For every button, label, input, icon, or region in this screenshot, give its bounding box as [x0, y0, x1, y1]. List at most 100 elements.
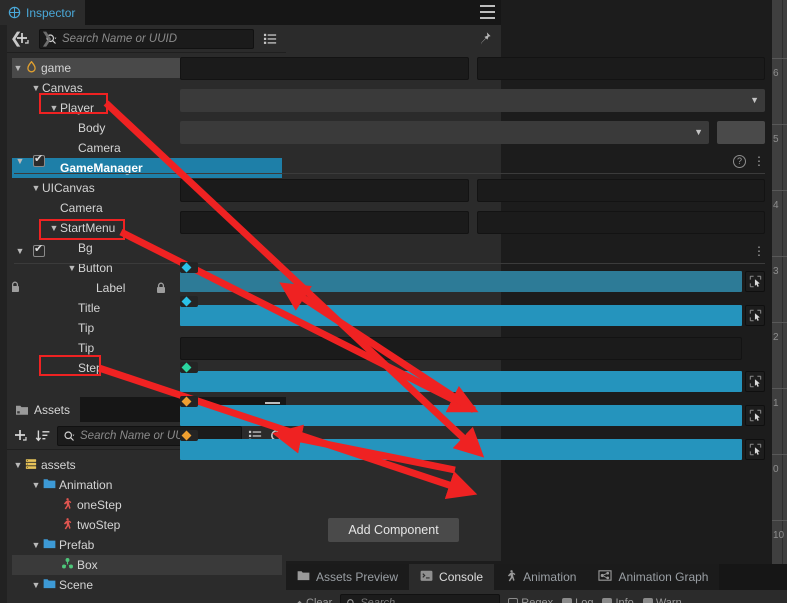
- chevron-down-icon[interactable]: ▼: [30, 480, 42, 490]
- folder-icon: [42, 478, 56, 492]
- start-menu-row-value[interactable]: [180, 371, 742, 392]
- ruler-label: 1: [773, 398, 779, 409]
- tree-item-box[interactable]: ▼Box: [12, 555, 282, 575]
- clear-icon: [292, 598, 303, 603]
- component-menu-icon[interactable]: ⋮: [753, 244, 765, 258]
- search-icon: [346, 598, 356, 603]
- component-header-gamemanager[interactable]: ▼ ⋮: [0, 238, 787, 264]
- player-ctrl-row-value[interactable]: [180, 405, 742, 426]
- console-filters[interactable]: Regex Log Info Warn: [508, 597, 681, 603]
- script-row: [0, 264, 787, 298]
- console-filter-log[interactable]: Log: [562, 597, 593, 603]
- ruler-label: 3: [773, 266, 779, 277]
- console-clear-label: Clear: [306, 597, 332, 603]
- add-component-button[interactable]: Add Component: [328, 518, 458, 542]
- component-enabled-checkbox[interactable]: [33, 155, 45, 167]
- ruler-tick: [772, 454, 787, 455]
- steps-label-row-pick-button[interactable]: [745, 439, 765, 460]
- scale-row-x[interactable]: [180, 57, 469, 80]
- bottom-tabbar-filler: [719, 564, 787, 590]
- mobility-row-pair: ▼: [180, 89, 765, 112]
- inspector-hamburger-icon[interactable]: [480, 5, 495, 19]
- bottom-dock: Assets Preview Console Animation Animati…: [286, 564, 787, 603]
- player-ctrl-row: [0, 398, 787, 432]
- content-size-row: [0, 174, 787, 206]
- player-ctrl-row-pick-button[interactable]: [745, 405, 765, 426]
- component-menu-icon[interactable]: ⋮: [753, 154, 765, 168]
- box-prefab-row-slot-wrap: [180, 305, 765, 326]
- checkbox-icon: [508, 598, 518, 603]
- chevron-left-icon[interactable]: ❮: [10, 29, 23, 47]
- terminal-icon: [420, 570, 433, 585]
- tree-item-label: Scene: [59, 578, 93, 592]
- ruler-tick: [772, 124, 787, 125]
- pin-icon[interactable]: [477, 31, 492, 50]
- road-length-row-input[interactable]: [180, 337, 742, 360]
- script-row-value[interactable]: [180, 271, 742, 292]
- chevron-right-icon[interactable]: ❯: [41, 29, 54, 47]
- ruler-tick: [772, 190, 787, 191]
- help-icon[interactable]: ?: [733, 155, 746, 168]
- anim-graph-icon: [598, 569, 612, 585]
- diamond-icon: [182, 362, 192, 372]
- console-clear-button[interactable]: Clear: [292, 597, 332, 603]
- folder-icon: [297, 570, 310, 584]
- start-menu-row-type-badge: [180, 362, 198, 373]
- bottom-tab-assets-preview[interactable]: Assets Preview: [286, 564, 409, 590]
- script-row-pick-button[interactable]: [745, 271, 765, 292]
- animation-icon: [505, 569, 517, 585]
- chevron-down-icon[interactable]: ▼: [14, 246, 26, 256]
- bottom-tab-animation-graph[interactable]: Animation Graph: [587, 564, 719, 590]
- animation-icon: [60, 497, 74, 513]
- box-prefab-row-value[interactable]: [180, 305, 742, 326]
- start-menu-row-pick-button[interactable]: [745, 371, 765, 392]
- inspector-nav: ❮ ❯: [0, 25, 501, 51]
- content-size-row-pair: [180, 179, 765, 202]
- mobility-row-select[interactable]: ▼: [180, 89, 765, 112]
- bottom-tab-console[interactable]: Console: [409, 564, 494, 590]
- tab-inspector[interactable]: Inspector: [0, 0, 85, 25]
- component-enabled-checkbox[interactable]: [33, 245, 45, 257]
- tree-item-scene[interactable]: ▼ Scene: [12, 575, 282, 595]
- console-filter-info[interactable]: Info: [602, 597, 633, 603]
- box-prefab-row-pick-button[interactable]: [745, 305, 765, 326]
- inspector-body: ▼ ▼ ▼ ? ⋮: [0, 52, 787, 466]
- ruler-label: 0: [773, 464, 779, 475]
- chevron-down-icon[interactable]: ▼: [14, 156, 26, 166]
- content-size-row-y[interactable]: [477, 179, 766, 202]
- console-search[interactable]: Search: [340, 594, 500, 603]
- diamond-icon: [182, 396, 192, 406]
- tree-item-animation[interactable]: ▼Animation: [12, 475, 282, 495]
- inspector-icon: [8, 6, 21, 19]
- bottom-tab-animation[interactable]: Animation: [494, 564, 587, 590]
- box-prefab-row-type-badge: [180, 296, 198, 307]
- checkbox-icon: [602, 598, 612, 603]
- bottom-dock-tabs[interactable]: Assets Preview Console Animation Animati…: [286, 564, 787, 590]
- folder-icon: [42, 578, 56, 592]
- player-ctrl-row-type-badge: [180, 396, 198, 407]
- chevron-down-icon[interactable]: ▼: [30, 580, 42, 590]
- content-size-row-x[interactable]: [180, 179, 469, 202]
- checkbox-icon: [562, 598, 572, 603]
- diamond-icon: [182, 430, 192, 440]
- ruler-tick: [772, 520, 787, 521]
- ruler-label: 4: [773, 200, 779, 211]
- console-filter-warn[interactable]: Warn: [643, 597, 682, 603]
- console-filter-regex[interactable]: Regex: [508, 597, 553, 603]
- box-prefab-row: [0, 298, 787, 332]
- steps-label-row-value[interactable]: [180, 439, 742, 460]
- anchor-point-row-y[interactable]: [477, 211, 766, 234]
- box-prefab-row-slot-row: [180, 305, 765, 326]
- tree-item-onestep[interactable]: ▼oneStep: [12, 495, 282, 515]
- chevron-down-icon: ▼: [694, 127, 703, 137]
- layer-row-select[interactable]: ▼: [180, 121, 709, 144]
- layer-row-edit-button[interactable]: [717, 121, 765, 144]
- ruler-label: 5: [773, 134, 779, 145]
- scale-row-y[interactable]: [477, 57, 766, 80]
- mobility-row: ▼: [0, 84, 787, 116]
- anchor-point-row-x[interactable]: [180, 211, 469, 234]
- layer-row: ▼: [0, 116, 787, 148]
- steps-label-row: [0, 432, 787, 466]
- component-header-cc-uitransform[interactable]: ▼ ? ⋮: [0, 148, 787, 174]
- start-menu-row-slot-row: [180, 371, 765, 392]
